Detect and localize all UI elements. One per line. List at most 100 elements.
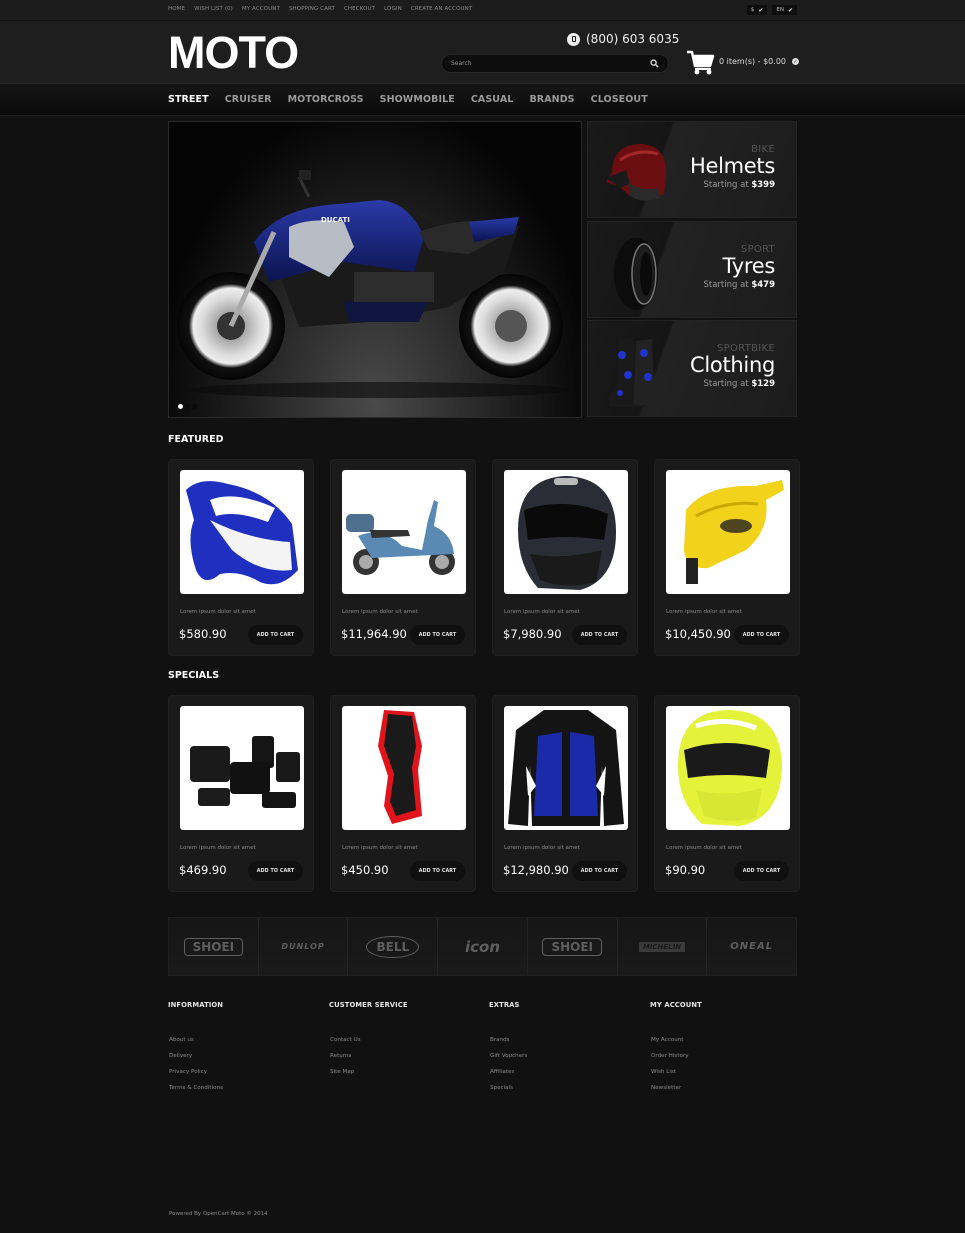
footer-link-gift-vouchers[interactable]: Gift Vouchers [489, 1053, 527, 1069]
footer-link-newsletter[interactable]: Newsletter [650, 1085, 702, 1101]
motorcycle-image: DUCATI [177, 170, 569, 398]
add-to-cart-button[interactable]: ADD TO CART [734, 861, 789, 881]
product-image[interactable] [342, 470, 466, 594]
product-card: Lorem ipsum dolor sit amet $7,980.90 ADD… [492, 459, 638, 656]
product-image[interactable] [180, 706, 304, 830]
banner-price-line: Starting at $129 [690, 379, 775, 389]
top-link-shopping-cart[interactable]: SHOPPING CART [289, 6, 335, 12]
product-price: $90.90 [665, 863, 706, 877]
banner-clothing[interactable]: SPORTBIKE Clothing Starting at $129 [587, 320, 797, 417]
footer-link-contact[interactable]: Contact Us [329, 1037, 408, 1053]
ducati-logo: DUCATI [321, 216, 350, 224]
product-card: Lorem ipsum dolor sit amet $469.90 ADD T… [168, 695, 314, 892]
search-box [441, 54, 669, 73]
product-description[interactable]: Lorem ipsum dolor sit amet [666, 845, 742, 851]
product-image[interactable] [666, 706, 790, 830]
language-value: EN [776, 7, 784, 13]
product-image[interactable] [342, 706, 466, 830]
banner-price: $129 [751, 379, 775, 389]
product-description[interactable]: Lorem ipsum dolor sit amet [180, 845, 256, 851]
product-image[interactable] [504, 470, 628, 594]
search-icon[interactable] [650, 59, 659, 68]
nav-item-cruiser[interactable]: CRUISER [225, 94, 272, 105]
brand-logo-bell[interactable]: BELL [348, 918, 439, 975]
hero-slider[interactable]: DUCATI [168, 121, 582, 418]
product-description[interactable]: Lorem ipsum dolor sit amet [504, 845, 580, 851]
footer-link-sitemap[interactable]: Site Map [329, 1069, 408, 1085]
starting-label: Starting at [703, 180, 749, 190]
product-image[interactable] [180, 470, 304, 594]
brand-logo-dunlop[interactable]: DUNLOP [259, 918, 349, 975]
add-to-cart-button[interactable]: ADD TO CART [248, 861, 303, 881]
phone-contact: (800) 603 6035 [567, 32, 679, 46]
banner-helmets[interactable]: BIKE Helmets Starting at $399 [587, 121, 797, 218]
footer-link-my-account[interactable]: My Account [650, 1037, 702, 1053]
cart-summary[interactable]: 0 item(s) - $0.00 ✓ [719, 57, 799, 66]
top-link-create-account[interactable]: CREATE AN ACCOUNT [411, 6, 473, 12]
saddlebags-image [190, 736, 300, 808]
footer-heading: INFORMATION [168, 1001, 224, 1009]
slider-dot-1[interactable] [178, 404, 183, 409]
footer-link-terms[interactable]: Terms & Conditions [168, 1085, 223, 1101]
slider-dot-2[interactable] [185, 404, 190, 409]
language-select[interactable]: EN ✔ [772, 5, 797, 15]
product-image[interactable] [504, 706, 628, 830]
top-link-home[interactable]: HOME [168, 6, 185, 12]
currency-select[interactable]: $ ✔ [746, 5, 768, 15]
add-to-cart-button[interactable]: ADD TO CART [572, 861, 627, 881]
top-link-wishlist[interactable]: WISH LIST (0) [194, 6, 233, 12]
yellow-helmet-image [678, 710, 782, 826]
cart-icon[interactable] [686, 49, 716, 77]
nav-item-showmobile[interactable]: SHOWMOBILE [380, 94, 455, 105]
product-card: Lorem ipsum dolor sit amet $580.90 ADD T… [168, 459, 314, 656]
top-link-my-account[interactable]: MY ACCOUNT [242, 6, 280, 12]
footer-link-about[interactable]: About us [168, 1037, 223, 1053]
banner-price-line: Starting at $479 [703, 280, 775, 290]
product-description[interactable]: Lorem ipsum dolor sit amet [180, 609, 256, 615]
footer-link-affiliates[interactable]: Affiliates [489, 1069, 527, 1085]
footer-link-privacy[interactable]: Privacy Policy [168, 1069, 223, 1085]
hand-guard-image [684, 480, 784, 584]
footer-link-wish-list[interactable]: Wish List [650, 1069, 702, 1085]
footer-link-specials[interactable]: Specials [489, 1085, 527, 1101]
starting-label: Starting at [703, 379, 749, 389]
footer-link-returns[interactable]: Returns [329, 1053, 408, 1069]
banner-text: BIKE Helmets Starting at $399 [690, 144, 775, 190]
slider-dot-3[interactable] [192, 404, 197, 409]
nav-item-closeout[interactable]: CLOSEOUT [591, 94, 648, 105]
banner-tyres[interactable]: SPORT Tyres Starting at $479 [587, 221, 797, 318]
banner-text: SPORT Tyres Starting at $479 [703, 244, 775, 290]
add-to-cart-button[interactable]: ADD TO CART [248, 625, 303, 645]
nav-item-brands[interactable]: BRANDS [529, 94, 574, 105]
product-description[interactable]: Lorem ipsum dolor sit amet [342, 845, 418, 851]
product-description[interactable]: Lorem ipsum dolor sit amet [666, 609, 742, 615]
logo[interactable]: MOTO [168, 27, 299, 79]
add-to-cart-button[interactable]: ADD TO CART [734, 625, 789, 645]
nav-item-motorcross[interactable]: MOTORCROSS [288, 94, 364, 105]
brand-logo-shoei[interactable]: SHOEI [169, 918, 259, 975]
footer-link-order-history[interactable]: Order History [650, 1053, 702, 1069]
footer-link-delivery[interactable]: Delivery [168, 1053, 223, 1069]
nav-item-casual[interactable]: CASUAL [471, 94, 514, 105]
product-card: Lorem ipsum dolor sit amet $10,450.90 AD… [654, 459, 800, 656]
product-card: Lorem ipsum dolor sit amet $12,980.90 AD… [492, 695, 638, 892]
brand-logo-icon[interactable]: icon [438, 918, 528, 975]
product-description[interactable]: Lorem ipsum dolor sit amet [342, 609, 418, 615]
brand-logo-shoei[interactable]: SHOEI [528, 918, 618, 975]
top-bar: HOME WISH LIST (0) MY ACCOUNT SHOPPING C… [0, 0, 965, 20]
brand-logo-michelin[interactable]: MICHELIN [618, 918, 708, 975]
footer-link-brands[interactable]: Brands [489, 1037, 527, 1053]
product-image[interactable] [666, 470, 790, 594]
nav-item-street[interactable]: STREET [168, 94, 209, 105]
banner-price: $479 [751, 280, 775, 290]
search-input[interactable] [451, 57, 641, 70]
top-link-checkout[interactable]: CHECKOUT [344, 6, 375, 12]
add-to-cart-button[interactable]: ADD TO CART [410, 861, 465, 881]
product-card: Lorem ipsum dolor sit amet $11,964.90 AD… [330, 459, 476, 656]
add-to-cart-button[interactable]: ADD TO CART [410, 625, 465, 645]
add-to-cart-button[interactable]: ADD TO CART [572, 625, 627, 645]
product-description[interactable]: Lorem ipsum dolor sit amet [504, 609, 580, 615]
banner-title: Clothing [690, 353, 775, 377]
top-link-login[interactable]: LOGIN [384, 6, 402, 12]
brand-logo-oneal[interactable]: ONEAL [707, 918, 796, 975]
